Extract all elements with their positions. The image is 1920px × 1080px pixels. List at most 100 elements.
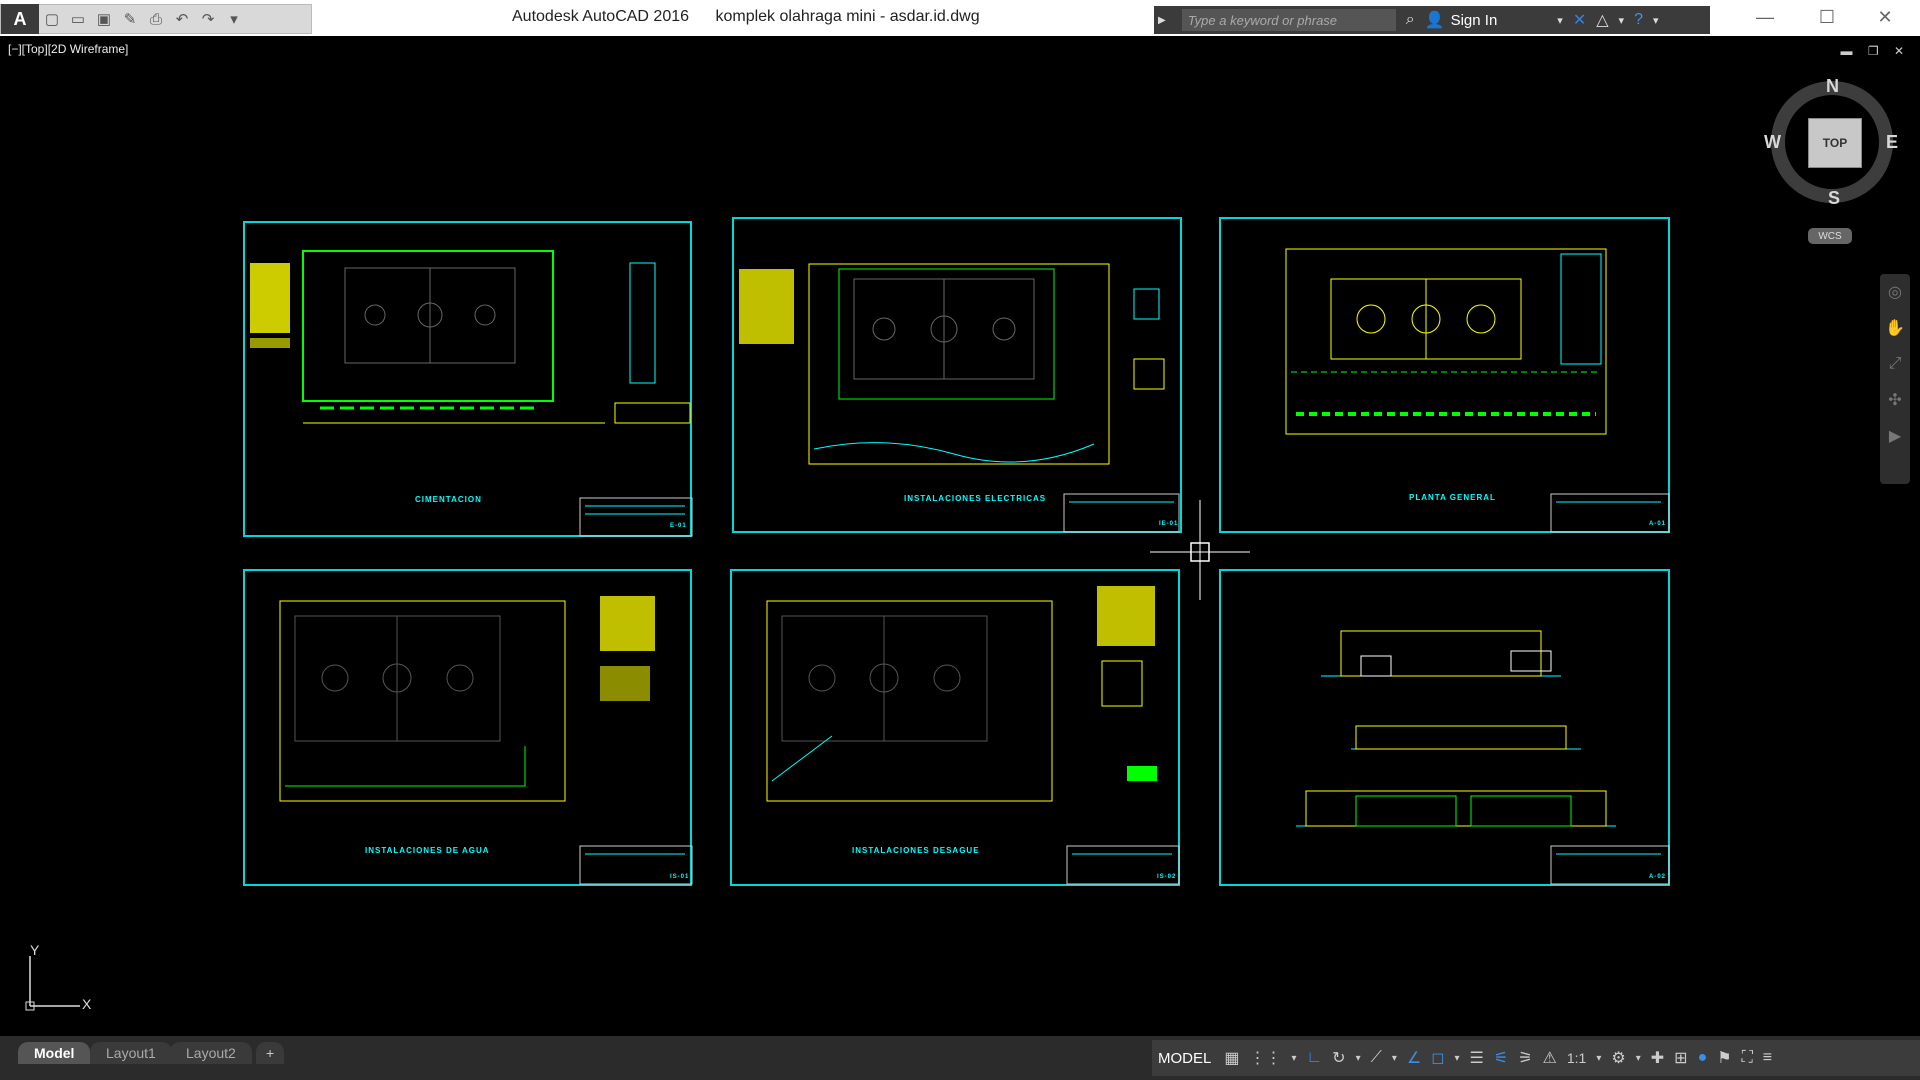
customization-menu-icon[interactable]: ≡ [1763,1049,1772,1067]
object-snap-tracking-icon[interactable]: ∠ [1407,1048,1421,1068]
viewcube-top-face[interactable]: TOP [1808,118,1862,168]
lineweight-icon[interactable]: ☰ [1470,1048,1484,1068]
zoom-extents-icon[interactable]: ⤢ [1880,346,1910,382]
add-layout-button[interactable]: + [256,1042,285,1064]
scale-dropdown-icon[interactable]: ▾ [1596,1053,1601,1064]
window-title: Autodesk AutoCAD 2016 komplek olahraga m… [512,8,1002,26]
sheet-code: IS-01 [670,874,690,880]
drawing-sheet-instalaciones-desague[interactable]: INSTALACIONES DESAGUE IS-02 [730,569,1180,886]
annotation-scale-icon[interactable]: ⚠ [1543,1048,1557,1068]
compass-south[interactable]: S [1828,188,1840,209]
annotation-visibility-icon[interactable]: ⚟ [1494,1048,1508,1068]
viewcube[interactable]: N S E W TOP [1764,76,1900,214]
tab-layout2[interactable]: Layout2 [170,1042,252,1064]
navigation-bar: ◎ ✋ ⤢ ✣ ▶ [1880,274,1910,484]
object-snap-dropdown-icon[interactable]: ▾ [1454,1053,1459,1064]
quick-properties-icon[interactable]: ● [1698,1049,1708,1067]
sheet-drawing [279,596,693,885]
help-icon[interactable]: ? [1634,11,1643,29]
sheet-title: PLANTA GENERAL [1409,493,1496,502]
viewport-controls-label[interactable]: [−][Top][2D Wireframe] [8,42,128,56]
grid-icon[interactable]: ▦ [1224,1048,1239,1068]
expand-arrow-icon[interactable]: ▶ [1158,15,1166,26]
minimize-icon[interactable]: — [1742,4,1788,30]
sheet-code: IS-02 [1157,874,1177,880]
help-dropdown-icon[interactable]: ▾ [1653,14,1659,27]
pan-icon[interactable]: ✋ [1880,310,1910,346]
sheet-drawing [1285,248,1670,533]
tab-model[interactable]: Model [18,1042,91,1064]
redo-icon[interactable]: ↷ [195,7,221,31]
drawing-sheet-elevaciones[interactable]: A-02 [1219,569,1670,886]
exchange-icon[interactable]: ✕ [1573,10,1586,30]
clean-screen-icon[interactable]: ⛶ [1742,1049,1753,1067]
save-icon[interactable]: ▣ [91,7,117,31]
ortho-icon[interactable]: ∟ [1307,1049,1323,1067]
open-icon[interactable]: ▭ [65,7,91,31]
wcs-menu[interactable]: WCS [1808,228,1852,244]
a360-dropdown-icon[interactable]: ▾ [1619,14,1625,27]
drawing-sheet-instalaciones-electricas[interactable]: INSTALACIONES ELECTRICAS IE-01 [732,217,1182,533]
compass-east[interactable]: E [1886,132,1898,153]
isodraft-dropdown-icon[interactable]: ▾ [1392,1053,1397,1064]
ucs-x-label: X [82,996,92,1012]
sheet-drawing [739,263,1180,533]
annotation-monitor-icon[interactable]: ✚ [1651,1048,1664,1068]
model-space-button[interactable]: MODEL [1158,1050,1211,1067]
isodraft-icon[interactable]: ⟋ [1371,1049,1382,1067]
infocenter: ▶ ⌕ 👤 Sign In ▾ ✕ △ ▾ ? ▾ [1154,6,1710,34]
polar-dropdown-icon[interactable]: ▾ [1356,1053,1361,1064]
workspace-dropdown-icon[interactable]: ▾ [1636,1053,1641,1064]
ucs-y-label: Y [30,942,40,958]
search-input[interactable] [1181,9,1396,31]
crosshair-cursor [1150,500,1250,600]
compass-north[interactable]: N [1826,76,1839,97]
binoculars-icon[interactable]: ⌕ [1406,11,1415,29]
status-bar: MODEL ▦ ⋮⋮ ▾ ∟ ↻ ▾ ⟋ ▾ ∠ ◻ ▾ ☰ ⚟ ⚞ ⚠ 1:1… [1152,1040,1920,1076]
app-name: Autodesk AutoCAD 2016 [512,8,690,25]
workspace-gear-icon[interactable]: ⚙ [1611,1048,1625,1068]
sheet-code: E-01 [670,523,687,529]
drawing-sheet-planta-general[interactable]: PLANTA GENERAL A-01 [1219,217,1670,533]
viewport-window-controls[interactable]: ▬ ❐ ✕ [1841,44,1910,58]
snap-icon[interactable]: ⋮⋮ [1249,1048,1281,1068]
snap-dropdown-icon[interactable]: ▾ [1291,1053,1296,1064]
steering-wheel-icon[interactable]: ◎ [1880,274,1910,310]
sheet-title: CIMENTACION [415,495,482,504]
drawing-sheet-cimentacion[interactable]: CIMENTACION E-01 [243,221,693,537]
annotation-scale-value[interactable]: 1:1 [1567,1050,1586,1066]
sign-in-button[interactable]: Sign In [1451,12,1498,29]
dropdown-icon[interactable]: ▾ [1557,14,1563,27]
maximize-icon[interactable]: ☐ [1804,4,1850,30]
title-bar: A ▢ ▭ ▣ ✎ ⎙ ↶ ↷ ▾ Autodesk AutoCAD 2016 … [0,0,1920,36]
new-icon[interactable]: ▢ [39,7,65,31]
file-name: komplek olahraga mini - asdar.id.dwg [715,8,980,25]
orbit-icon[interactable]: ✣ [1880,382,1910,418]
drawing-sheet-instalaciones-de-agua[interactable]: INSTALACIONES DE AGUA IS-01 [243,569,693,886]
sheet-drawing [250,250,693,537]
quick-access-toolbar: A ▢ ▭ ▣ ✎ ⎙ ↶ ↷ ▾ [0,4,312,34]
isolate-objects-icon[interactable]: ⚑ [1717,1048,1731,1068]
sheet-title: INSTALACIONES ELECTRICAS [904,494,1047,503]
tab-layout1[interactable]: Layout1 [90,1042,172,1064]
sheet-title: INSTALACIONES DE AGUA [365,846,490,855]
autodesk-a360-icon[interactable]: △ [1596,10,1608,30]
close-icon[interactable]: ✕ [1862,4,1908,30]
units-icon[interactable]: ⊞ [1674,1048,1687,1068]
saveas-icon[interactable]: ✎ [117,7,143,31]
sheet-drawing [1296,630,1670,885]
auto-scale-icon[interactable]: ⚞ [1518,1048,1532,1068]
sheet-drawing [766,586,1180,885]
sheet-code: A-01 [1649,521,1667,527]
compass-west[interactable]: W [1764,132,1781,153]
user-icon: 👤 [1424,12,1445,29]
sheet-code: A-02 [1649,874,1667,880]
sheet-title: INSTALACIONES DESAGUE [852,846,980,855]
application-menu-button[interactable]: A [1,4,39,34]
plot-icon[interactable]: ⎙ [143,7,169,31]
object-snap-icon[interactable]: ◻ [1431,1048,1444,1068]
showmotion-icon[interactable]: ▶ [1880,418,1910,454]
customize-icon[interactable]: ▾ [221,7,247,31]
undo-icon[interactable]: ↶ [169,7,195,31]
polar-icon[interactable]: ↻ [1332,1048,1345,1068]
